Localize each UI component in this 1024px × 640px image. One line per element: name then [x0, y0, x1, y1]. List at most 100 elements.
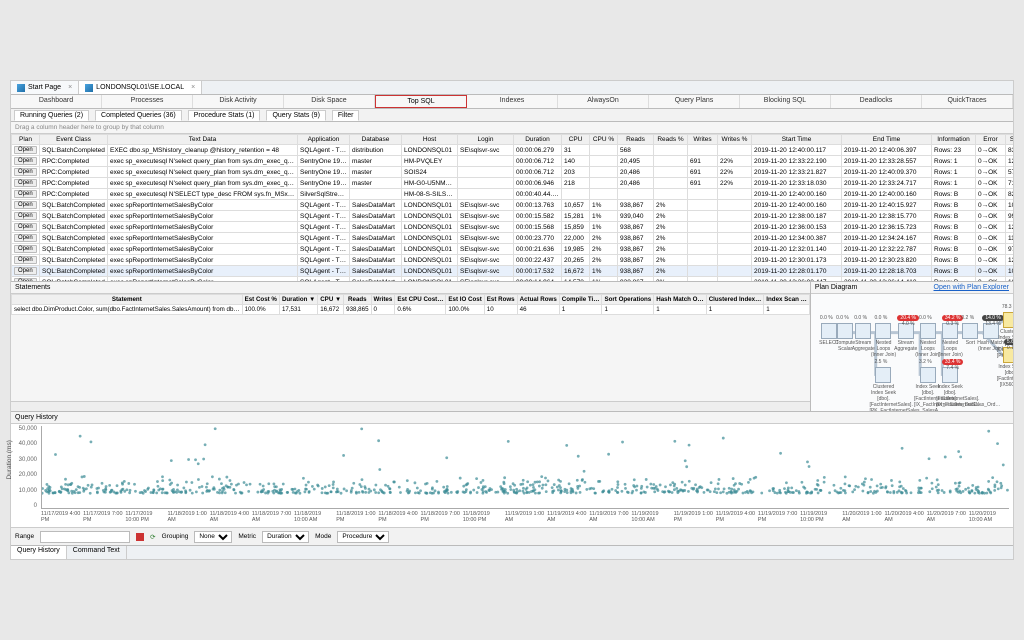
- col-header[interactable]: Duration ▼: [279, 295, 317, 305]
- col-header[interactable]: Login: [458, 135, 514, 145]
- plan-node[interactable]: 3.2 %Index Seek [dbo].[FactInternetSales…: [914, 367, 942, 408]
- col-header[interactable]: Writes: [371, 295, 395, 305]
- subtab[interactable]: Completed Queries (36): [95, 110, 182, 121]
- chart-plot-area[interactable]: [41, 426, 1009, 509]
- record-icon[interactable]: [136, 533, 144, 541]
- nav-quicktraces[interactable]: QuickTraces: [922, 95, 1013, 108]
- table-row[interactable]: OpenRPC:Completedexec sp_executesql N'se…: [12, 178, 1014, 189]
- col-header[interactable]: Duration: [514, 135, 562, 145]
- table-row[interactable]: OpenRPC:Completedexec sp_executesql N'se…: [12, 167, 1014, 178]
- table-row[interactable]: OpenRPC:Completedexec sp_executesql N'SE…: [12, 189, 1014, 200]
- plan-node[interactable]: 5.6 % 0.1 %Index Scan [dbo].[FactInterne…: [997, 347, 1013, 388]
- col-header[interactable]: CPU ▼: [318, 295, 344, 305]
- open-plan-button[interactable]: Open: [14, 179, 37, 187]
- table-row[interactable]: OpenSQL:BatchCompletedexec spReportInter…: [12, 233, 1014, 244]
- table-row[interactable]: OpenSQL:BatchCompletedexec spReportInter…: [12, 211, 1014, 222]
- table-row[interactable]: OpenSQL:BatchCompletedexec spReportInter…: [12, 244, 1014, 255]
- metric-select[interactable]: Duration: [262, 531, 309, 543]
- subtab[interactable]: Procedure Stats (1): [188, 110, 261, 121]
- open-plan-button[interactable]: Open: [14, 245, 37, 253]
- nav-disk-space[interactable]: Disk Space: [284, 95, 375, 108]
- table-row[interactable]: OpenSQL:BatchCompletedexec spReportInter…: [12, 200, 1014, 211]
- col-header[interactable]: Compile Ti…: [559, 295, 602, 305]
- col-header[interactable]: Host: [402, 135, 458, 145]
- bottom-tabstrip: Query HistoryCommand Text: [11, 545, 1013, 559]
- subtab[interactable]: Filter: [332, 110, 360, 121]
- col-header[interactable]: Statement: [12, 295, 243, 305]
- nav-dashboard[interactable]: Dashboard: [11, 95, 102, 108]
- groupby-bar[interactable]: Drag a column header here to group by th…: [11, 122, 1013, 134]
- col-header[interactable]: Writes: [688, 135, 718, 145]
- window-tab[interactable]: Start Page×: [11, 81, 79, 94]
- col-header[interactable]: Start Time: [752, 135, 842, 145]
- col-header[interactable]: Text Data: [108, 135, 298, 145]
- col-header[interactable]: Est Cost %: [242, 295, 279, 305]
- open-plan-button[interactable]: Open: [14, 190, 37, 198]
- open-plan-button[interactable]: Open: [14, 223, 37, 231]
- open-plan-button[interactable]: Open: [14, 146, 37, 154]
- open-plan-button[interactable]: Open: [14, 267, 37, 275]
- table-row[interactable]: OpenSQL:BatchCompletedEXEC dbo.sp_MShist…: [12, 145, 1014, 156]
- col-header[interactable]: Clustered Index…: [706, 295, 764, 305]
- col-header[interactable]: Plan: [12, 135, 40, 145]
- nav-disk-activity[interactable]: Disk Activity: [193, 95, 284, 108]
- col-header[interactable]: SPID: [1006, 135, 1014, 145]
- mode-select[interactable]: Procedure: [337, 531, 389, 543]
- table-row[interactable]: OpenSQL:BatchCompletedexec spReportInter…: [12, 222, 1014, 233]
- col-header[interactable]: Event Class: [40, 135, 108, 145]
- col-header[interactable]: Reads: [618, 135, 654, 145]
- range-input[interactable]: [40, 531, 130, 543]
- window-tab[interactable]: LONDONSQL01\SE.LOCAL×: [79, 81, 202, 94]
- col-header[interactable]: CPU: [562, 135, 590, 145]
- col-header[interactable]: Writes %: [718, 135, 752, 145]
- open-plan-button[interactable]: Open: [14, 157, 37, 165]
- col-header[interactable]: Sort Operations: [602, 295, 654, 305]
- nav-processes[interactable]: Processes: [102, 95, 193, 108]
- query-history-panel: Query History Duration (ms) 50,00040,000…: [11, 412, 1013, 559]
- close-icon[interactable]: ×: [68, 84, 72, 91]
- open-plan-button[interactable]: Open: [14, 201, 37, 209]
- nav-top-sql[interactable]: Top SQL: [375, 95, 467, 108]
- open-plan-explorer-link[interactable]: Open with Plan Explorer: [934, 284, 1009, 291]
- bottom-tab[interactable]: Query History: [11, 546, 67, 559]
- plan-canvas[interactable]: 0.0 %SELECT 0.0 %Compute Scalar 0.0 %Str…: [811, 294, 1013, 411]
- col-header[interactable]: Est Rows: [484, 295, 517, 305]
- nav-deadlocks[interactable]: Deadlocks: [831, 95, 922, 108]
- subtab[interactable]: Running Queries (2): [14, 110, 89, 121]
- col-header[interactable]: Index Scan …: [764, 295, 810, 305]
- plan-node[interactable]: 2.5 %Clustered Index Seek [dbo].[FactInt…: [869, 367, 897, 411]
- col-header[interactable]: Reads %: [654, 135, 688, 145]
- col-header[interactable]: Reads: [344, 295, 371, 305]
- open-plan-button[interactable]: Open: [14, 212, 37, 220]
- col-header[interactable]: Est CPU Cost…: [395, 295, 446, 305]
- table-row[interactable]: OpenSQL:BatchCompletedexec spReportInter…: [12, 255, 1014, 266]
- scrollbar-h[interactable]: [11, 401, 810, 411]
- bottom-tab[interactable]: Command Text: [67, 546, 127, 559]
- subtab[interactable]: Query Stats (9): [266, 110, 325, 121]
- query-history-chart[interactable]: Duration (ms) 50,00040,00030,00020,00010…: [11, 424, 1013, 527]
- col-header[interactable]: End Time: [842, 135, 932, 145]
- col-header[interactable]: Database: [350, 135, 402, 145]
- app-window: Start Page×LONDONSQL01\SE.LOCAL× Dashboa…: [10, 80, 1014, 560]
- close-icon[interactable]: ×: [191, 84, 195, 91]
- nav-blocking-sql[interactable]: Blocking SQL: [740, 95, 831, 108]
- col-header[interactable]: Information: [932, 135, 976, 145]
- open-plan-button[interactable]: Open: [14, 168, 37, 176]
- open-plan-button[interactable]: Open: [14, 256, 37, 264]
- table-row[interactable]: select dbo.DimProduct.Color, sum(dbo.Fac…: [12, 305, 810, 315]
- sub-tabstrip: Running Queries (2) Completed Queries (36…: [11, 109, 1013, 122]
- open-plan-button[interactable]: Open: [14, 234, 37, 242]
- nav-alwayson[interactable]: AlwaysOn: [558, 95, 649, 108]
- col-header[interactable]: Hash Match O…: [654, 295, 706, 305]
- col-header[interactable]: Actual Rows: [517, 295, 559, 305]
- table-row[interactable]: OpenSQL:BatchCompletedexec spReportInter…: [12, 266, 1014, 277]
- col-header[interactable]: Application: [298, 135, 350, 145]
- query-history-toolbar: Range ⟳ Grouping None Metric Duration Mo…: [11, 527, 1013, 545]
- col-header[interactable]: Error: [976, 135, 1006, 145]
- table-row[interactable]: OpenRPC:Completedexec sp_executesql N'se…: [12, 156, 1014, 167]
- nav-indexes[interactable]: Indexes: [467, 95, 558, 108]
- grouping-select[interactable]: None: [194, 531, 232, 543]
- nav-query-plans[interactable]: Query Plans: [649, 95, 740, 108]
- col-header[interactable]: CPU %: [590, 135, 618, 145]
- col-header[interactable]: Est IO Cost: [446, 295, 484, 305]
